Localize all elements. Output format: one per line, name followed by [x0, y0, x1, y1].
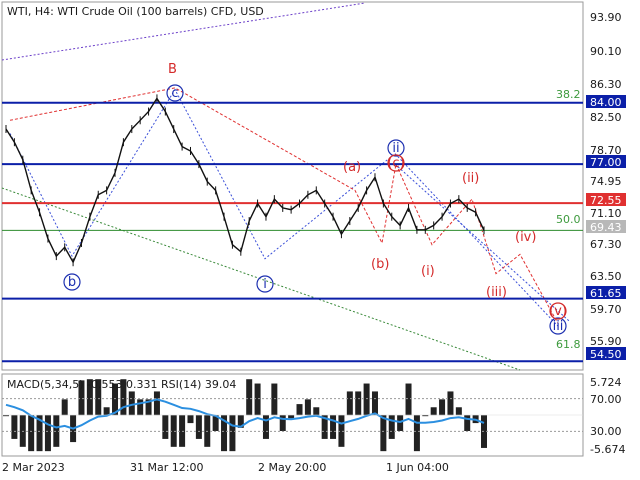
- chart-header: WTI, H4: WTI Crude Oil (100 barrels) CFD…: [7, 5, 264, 18]
- wave-iv-paren-label: (iv): [515, 230, 536, 245]
- price-tick: 90.10: [590, 45, 622, 58]
- wave-ii-label: ii: [392, 141, 399, 156]
- macd-bar: [254, 383, 261, 416]
- macd-bar: [346, 391, 353, 416]
- macd-bar: [288, 415, 295, 419]
- macd-bar: [397, 415, 404, 432]
- wave-ii-paren-label: (ii): [462, 171, 479, 186]
- macd-bar: [162, 415, 169, 439]
- macd-bar: [330, 415, 337, 439]
- badge-7255-text: 72.55: [590, 194, 622, 207]
- wave-c-label: c: [171, 86, 178, 101]
- macd-bar: [380, 415, 387, 452]
- wave-v-paren-label: (v): [549, 304, 567, 319]
- price-badges: 84.00 77.00 72.55 69.43 61.65 54.50: [586, 95, 626, 361]
- macd-bar: [128, 391, 135, 416]
- price-tick: 82.50: [590, 111, 622, 124]
- price-tick: 71.10: [590, 207, 622, 220]
- wave-iii-label: iii: [553, 319, 564, 334]
- wave-B-label: B: [168, 62, 177, 77]
- indicator-tick: -5.674: [590, 443, 625, 456]
- macd-bar: [313, 407, 320, 416]
- badge-6943-text: 69.43: [590, 221, 622, 234]
- macd-bar: [28, 415, 35, 452]
- macd-bar: [44, 415, 51, 452]
- macd-bar: [439, 399, 446, 416]
- wave-b-paren-label: (b): [371, 257, 389, 272]
- macd-bar: [296, 404, 303, 416]
- indicator-label: MACD(5,34,5) -0.553 0.331 RSI(14) 39.04: [7, 378, 236, 391]
- macd-bar: [304, 399, 311, 416]
- time-axis: 2 Mar 2023 31 Mar 12:00 2 May 20:00 1 Ju…: [2, 461, 449, 474]
- macd-bar: [371, 391, 378, 416]
- time-tick: 2 May 20:00: [258, 461, 326, 474]
- price-tick: 59.70: [590, 303, 622, 316]
- badge-77-text: 77.00: [590, 156, 622, 169]
- macd-bar: [246, 379, 253, 416]
- macd-bar: [11, 415, 18, 439]
- price-tick: 86.30: [590, 78, 622, 91]
- price-tick: 67.30: [590, 238, 622, 251]
- macd-bar: [363, 383, 370, 416]
- wave-c-paren-label: (c): [387, 156, 404, 171]
- price-tick: 55.90: [590, 335, 622, 348]
- indicator-tick: 70.00: [590, 393, 622, 406]
- time-tick: 1 Jun 04:00: [386, 461, 449, 474]
- macd-bar: [355, 391, 362, 416]
- macd-bar: [271, 383, 278, 416]
- macd-bar: [153, 391, 160, 416]
- badge-5450-text: 54.50: [590, 348, 622, 361]
- indicator-tick: 5.724: [590, 376, 622, 389]
- badge-84-text: 84.00: [590, 96, 622, 109]
- indicator-tick: 30.00: [590, 425, 622, 438]
- macd-bar: [422, 415, 429, 417]
- macd-bar: [388, 415, 395, 439]
- wave-b-label: b: [68, 275, 76, 290]
- macd-bar: [61, 399, 68, 416]
- macd-bar: [137, 399, 144, 416]
- macd-bar: [229, 415, 236, 452]
- macd-bar: [187, 415, 194, 424]
- fib-618: 61.8: [556, 338, 581, 351]
- macd-bar: [430, 407, 437, 416]
- main-panel-frame: [1, 1, 584, 371]
- fib-500: 50.0: [556, 213, 581, 226]
- price-tick: 93.90: [590, 11, 622, 24]
- macd-bar: [413, 415, 420, 452]
- macd-bar: [3, 415, 9, 417]
- macd-bar: [195, 415, 202, 439]
- badge-6165-text: 61.65: [590, 287, 622, 300]
- wave-i-paren-label: (i): [421, 264, 435, 279]
- time-tick: 31 Mar 12:00: [130, 461, 203, 474]
- fib-382: 38.2: [556, 88, 581, 101]
- wave-i-label: i: [263, 277, 267, 292]
- wave-iii-paren-label: (iii): [486, 285, 507, 300]
- price-tick: 74.95: [590, 175, 622, 188]
- macd-bar: [447, 391, 454, 416]
- macd-bar: [405, 383, 412, 416]
- wave-a-paren-label: (a): [343, 160, 361, 175]
- time-tick: 2 Mar 2023: [2, 461, 65, 474]
- price-tick: 63.50: [590, 270, 622, 283]
- price-chart[interactable]: Bcbii(c)iiii(v)(a)(b) (i)(ii)(iii)(iv) WT…: [0, 0, 640, 480]
- macd-bar: [455, 407, 462, 416]
